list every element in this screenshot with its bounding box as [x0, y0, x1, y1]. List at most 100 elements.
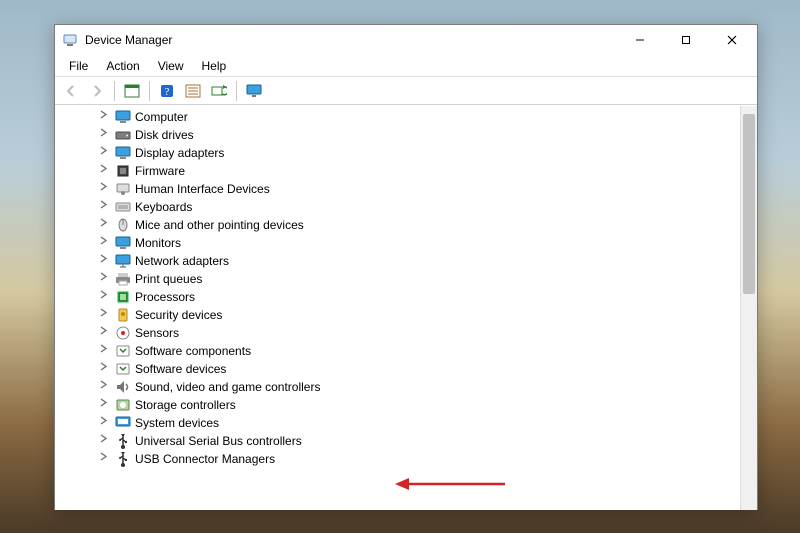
network-icon	[115, 253, 131, 269]
chevron-right-icon[interactable]	[99, 326, 111, 335]
menu-file[interactable]: File	[61, 57, 96, 75]
tree-node-label: System devices	[135, 416, 219, 430]
usb-icon	[115, 451, 131, 467]
tree-node[interactable]: Disk drives	[115, 126, 757, 144]
titlebar: Device Manager	[55, 25, 757, 55]
toolbar-properties-button[interactable]	[181, 80, 205, 102]
system-icon	[115, 415, 131, 431]
maximize-button[interactable]	[663, 25, 709, 55]
tree-node[interactable]: Security devices	[115, 306, 757, 324]
chip-icon	[115, 163, 131, 179]
chevron-right-icon[interactable]	[99, 452, 111, 461]
chevron-right-icon[interactable]	[99, 308, 111, 317]
tree-node[interactable]: Software components	[115, 342, 757, 360]
app-icon	[63, 32, 79, 48]
tree-node[interactable]: Storage controllers	[115, 396, 757, 414]
tree-node[interactable]: Computer	[115, 108, 757, 126]
chevron-right-icon[interactable]	[99, 236, 111, 245]
chevron-right-icon[interactable]	[99, 362, 111, 371]
mouse-icon	[115, 217, 131, 233]
chevron-right-icon[interactable]	[99, 182, 111, 191]
chevron-right-icon[interactable]	[99, 164, 111, 173]
svg-text:?: ?	[165, 86, 170, 98]
hid-icon	[115, 181, 131, 197]
toolbar-separator	[149, 81, 150, 101]
tree-node[interactable]: Human Interface Devices	[115, 180, 757, 198]
tree-node-label: Network adapters	[135, 254, 229, 268]
device-tree[interactable]: ComputerDisk drives Display adapters Firmw…	[55, 106, 757, 470]
chevron-right-icon[interactable]	[99, 434, 111, 443]
tree-node-label: Human Interface Devices	[135, 182, 270, 196]
tree-node-label: Universal Serial Bus controllers	[135, 434, 302, 448]
chevron-right-icon[interactable]	[99, 398, 111, 407]
tree-node-label: Storage controllers	[135, 398, 236, 412]
chevron-right-icon[interactable]	[99, 416, 111, 425]
tree-node[interactable]: Monitors	[115, 234, 757, 252]
sound-icon	[115, 379, 131, 395]
usb-icon	[115, 433, 131, 449]
tree-node[interactable]: Universal Serial Bus controllers	[115, 432, 757, 450]
device-manager-window: Device Manager File Action View Help	[54, 24, 758, 510]
toolbar-show-hidden-button[interactable]	[120, 80, 144, 102]
tree-node[interactable]: Display adapters	[115, 144, 757, 162]
tree-node-label: Sound, video and game controllers	[135, 380, 320, 394]
storage-icon	[115, 397, 131, 413]
toolbar-back-button[interactable]	[59, 80, 83, 102]
toolbar: ?	[55, 77, 757, 105]
tree-node-label: Display adapters	[135, 146, 224, 160]
monitor-icon	[115, 109, 131, 125]
monitor-icon	[115, 145, 131, 161]
tree-node-label: Keyboards	[135, 200, 192, 214]
tree-node[interactable]: Firmware	[115, 162, 757, 180]
tree-node-label: Print queues	[135, 272, 202, 286]
tree-node[interactable]: Processors	[115, 288, 757, 306]
tree-node[interactable]: Print queues	[115, 270, 757, 288]
menu-help[interactable]: Help	[194, 57, 235, 75]
toolbar-scan-button[interactable]	[207, 80, 231, 102]
keyboard-icon	[115, 199, 131, 215]
tree-node[interactable]: Software devices	[115, 360, 757, 378]
tree-node-label: Processors	[135, 290, 195, 304]
tree-node[interactable]: Sound, video and game controllers	[115, 378, 757, 396]
close-button[interactable]	[709, 25, 755, 55]
chevron-right-icon[interactable]	[99, 146, 111, 155]
device-tree-panel: ComputerDisk drives Display adapters Firmw…	[55, 105, 757, 510]
properties-icon	[185, 84, 201, 98]
tree-node[interactable]: USB Connector Managers	[115, 450, 757, 468]
chevron-right-icon[interactable]	[99, 110, 111, 119]
tree-node[interactable]: Network adapters	[115, 252, 757, 270]
chevron-right-icon[interactable]	[99, 218, 111, 227]
scrollbar-thumb[interactable]	[743, 114, 755, 294]
monitor-icon	[115, 235, 131, 251]
chevron-right-icon[interactable]	[99, 254, 111, 263]
menu-action[interactable]: Action	[98, 57, 147, 75]
refresh-icon	[211, 84, 227, 98]
tree-node[interactable]: Mice and other pointing devices	[115, 216, 757, 234]
tree-node-label: Software devices	[135, 362, 226, 376]
minimize-button[interactable]	[617, 25, 663, 55]
chevron-right-icon[interactable]	[99, 290, 111, 299]
chevron-right-icon[interactable]	[99, 380, 111, 389]
tree-node[interactable]: Keyboards	[115, 198, 757, 216]
chevron-right-icon[interactable]	[99, 128, 111, 137]
annotation-arrow	[395, 476, 505, 492]
chevron-right-icon[interactable]	[99, 344, 111, 353]
window-controls	[617, 25, 755, 55]
tree-node-label: Monitors	[135, 236, 181, 250]
software-icon	[115, 343, 131, 359]
toolbar-monitor-button[interactable]	[242, 80, 266, 102]
monitor-icon	[246, 84, 262, 98]
menu-view[interactable]: View	[150, 57, 192, 75]
tree-node[interactable]: Sensors	[115, 324, 757, 342]
arrow-right-icon	[90, 84, 104, 98]
tree-node-label: Sensors	[135, 326, 179, 340]
tree-node[interactable]: System devices	[115, 414, 757, 432]
vertical-scrollbar[interactable]	[740, 106, 757, 510]
toolbar-forward-button[interactable]	[85, 80, 109, 102]
security-icon	[115, 307, 131, 323]
toolbar-help-button[interactable]: ?	[155, 80, 179, 102]
chevron-right-icon[interactable]	[99, 200, 111, 209]
tree-node-label: Firmware	[135, 164, 185, 178]
panel-icon	[124, 84, 140, 98]
chevron-right-icon[interactable]	[99, 272, 111, 281]
